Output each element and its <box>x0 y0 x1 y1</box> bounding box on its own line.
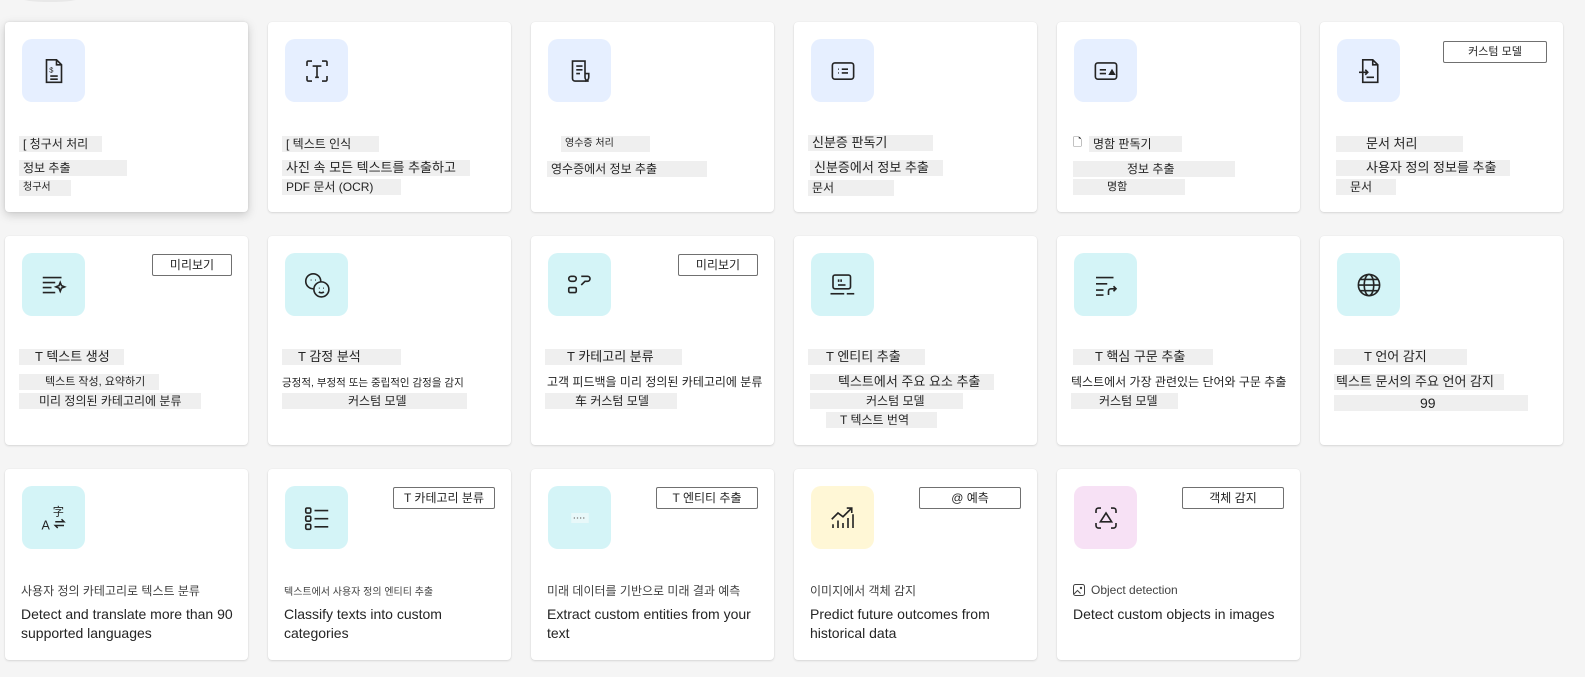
card-entity-extraction[interactable]: T 엔티티 추출 텍스트에서 주요 요소 추출 커스텀 모델 T 텍스트 번역 <box>794 236 1037 445</box>
card-category-tag: 미래 데이터를 기반으로 미래 결과 예측 <box>547 584 741 598</box>
top-scroll-shadow <box>20 0 80 2</box>
category-icon <box>548 253 611 316</box>
card-description: Classify texts into custom categories <box>284 606 442 641</box>
card-title: T 카테고리 분류 <box>545 349 682 365</box>
badge-preview: 미리보기 <box>152 254 232 276</box>
badge-entity-extraction: T 엔티티 추출 <box>656 487 758 509</box>
card-description: Extract custom entities from your text <box>547 606 751 641</box>
card-id-reader[interactable]: 신분증 판독기 신분증에서 정보 추출 문서 <box>794 22 1037 212</box>
card-key-phrase-extraction[interactable]: T 핵심 구문 추출 텍스트에서 가장 관련있는 단어와 구문 추출 커스텀 모… <box>1057 236 1300 445</box>
card-subtitle: 텍스트에서 가장 관련있는 단어와 구문 추출 <box>1071 375 1287 389</box>
badge-category-classification: T 카테고리 분류 <box>393 487 495 509</box>
svg-text:字: 字 <box>52 504 63 518</box>
card-extra-line: T 텍스트 번역 <box>826 412 937 428</box>
list-icon <box>285 486 348 549</box>
card-description: Predict future outcomes from historical … <box>810 606 990 641</box>
card-detail: 미리 정의된 카테고리에 분류 <box>19 393 202 409</box>
card-subtitle: 텍스트 문서의 주요 언어 감지 <box>1334 374 1504 390</box>
card-detail: 청구서 <box>19 180 71 196</box>
card-language-detection[interactable]: T 언어 감지 텍스트 문서의 주요 언어 감지 99 <box>1320 236 1563 445</box>
card-detail: 커스텀 모델 <box>1071 393 1178 409</box>
entity-extraction-icon <box>548 486 611 549</box>
card-detail: 커스텀 모델 <box>810 393 963 409</box>
card-text-translation[interactable]: 字A 사용자 정의 카테고리로 텍스트 분류 Detect and transl… <box>5 469 248 660</box>
globe-icon <box>1337 253 1400 316</box>
card-document-processing[interactable]: 커스텀 모델 문서 처리 사용자 정의 정보를 추출 문서 <box>1320 22 1563 212</box>
card-custom-classification[interactable]: T 카테고리 분류 텍스트에서 사용자 정의 엔티티 추출 Classify t… <box>268 469 511 660</box>
card-subtitle: 신분증에서 정보 추출 <box>810 160 943 176</box>
ai-model-card-grid: $ [ 청구서 처리 정보 추출 청구서 [ 텍스트 인식 사진 속 모든 텍스… <box>5 22 1563 660</box>
business-card-icon <box>1074 39 1137 102</box>
card-subtitle: 텍스트에서 주요 요소 추출 <box>810 374 995 390</box>
card-subtitle: 영수증에서 정보 추출 <box>547 161 708 177</box>
translate-icon: 字A <box>22 486 85 549</box>
card-title: [ 청구서 처리 <box>19 136 103 152</box>
card-title: T 엔티티 추출 <box>808 349 925 365</box>
card-custom-entity-extraction[interactable]: T 엔티티 추출 미래 데이터를 기반으로 미래 결과 예측 Extract c… <box>531 469 774 660</box>
object-detection-icon <box>1074 486 1137 549</box>
card-subtitle: 고객 피드백을 미리 정의된 카테고리에 분류 <box>547 375 763 389</box>
card-subtitle: 긍정적, 부정적 또는 중립적인 감정을 감지 <box>282 377 464 389</box>
card-title: T 텍스트 생성 <box>19 349 124 365</box>
key-phrase-icon <box>1074 253 1137 316</box>
card-title: [ 텍스트 인식 <box>282 136 380 152</box>
card-subtitle: 사진 속 모든 텍스트를 추출하고 <box>282 160 470 176</box>
invoice-icon: $ <box>22 39 85 102</box>
card-text-generation[interactable]: 미리보기 T 텍스트 생성 텍스트 작성, 요약하기 미리 정의된 카테고리에 … <box>5 236 248 445</box>
card-category-tag: Object detection <box>1073 583 1178 597</box>
card-sentiment-analysis[interactable]: T 감정 분석 긍정적, 부정적 또는 중립적인 감정을 감지 커스텀 모델 <box>268 236 511 445</box>
card-title: T 핵심 구문 추출 <box>1073 349 1214 365</box>
card-title: 신분증 판독기 <box>808 135 934 151</box>
card-detail: 문서 <box>1336 179 1397 195</box>
document-processing-icon <box>1337 39 1400 102</box>
card-invoice-processing[interactable]: $ [ 청구서 처리 정보 추출 청구서 <box>5 22 248 212</box>
id-card-icon <box>811 39 874 102</box>
document-icon: 🗋 <box>1073 137 1082 149</box>
card-business-card-reader[interactable]: 🗋 명함 판독기 정보 추출 명함 <box>1057 22 1300 212</box>
sentiment-icon <box>285 253 348 316</box>
badge-object-detection: 객체 감지 <box>1182 487 1284 509</box>
text-generation-icon <box>22 253 85 316</box>
card-detail: PDF 문서 (OCR) <box>282 179 402 195</box>
card-detail: 车 커스텀 모델 <box>545 393 677 409</box>
entity-icon <box>811 253 874 316</box>
card-receipt-processing[interactable]: 영수증 처리 영수증에서 정보 추출 <box>531 22 774 212</box>
card-subtitle: 정보 추출 <box>19 160 127 176</box>
card-detail: 99 <box>1334 395 1528 411</box>
card-detail: 커스텀 모델 <box>282 393 467 409</box>
card-detail: 문서 <box>808 180 895 196</box>
card-text-recognition[interactable]: [ 텍스트 인식 사진 속 모든 텍스트를 추출하고 PDF 문서 (OCR) <box>268 22 511 212</box>
receipt-icon <box>548 39 611 102</box>
badge-preview: 미리보기 <box>678 254 758 276</box>
badge-prediction: @ 예측 <box>919 487 1021 509</box>
card-category-tag: 사용자 정의 카테고리로 텍스트 분류 <box>21 584 200 598</box>
badge-custom-model: 커스텀 모델 <box>1443 41 1547 63</box>
text-recognition-icon <box>285 39 348 102</box>
card-subtitle: 정보 추출 <box>1073 161 1235 177</box>
card-subtitle: 사용자 정의 정보를 추출 <box>1336 160 1511 176</box>
card-description: Detect custom objects in images <box>1073 606 1275 622</box>
card-category-tag: 이미지에서 객체 감지 <box>810 584 917 598</box>
card-title: T 언어 감지 <box>1334 349 1467 365</box>
image-icon <box>1073 584 1085 596</box>
card-title: T 감정 분석 <box>282 349 401 365</box>
card-detail: 명함 <box>1073 179 1186 195</box>
card-title: 문서 처리 <box>1336 136 1464 152</box>
card-object-detection[interactable]: 객체 감지 Object detection Detect custom obj… <box>1057 469 1300 660</box>
card-description: Detect and translate more than 90 suppor… <box>21 606 233 641</box>
card-title: 명함 판독기 <box>1089 136 1182 152</box>
card-title: 영수증 처리 <box>561 136 650 152</box>
card-category-classification[interactable]: 미리보기 T 카테고리 분류 고객 피드백을 미리 정의된 카테고리에 분류 车… <box>531 236 774 445</box>
card-category-tag-label: Object detection <box>1091 583 1178 597</box>
chart-icon <box>811 486 874 549</box>
svg-text:A: A <box>41 518 50 532</box>
card-subtitle: 텍스트 작성, 요약하기 <box>19 374 160 390</box>
card-category-tag: 텍스트에서 사용자 정의 엔티티 추출 <box>284 587 434 598</box>
card-prediction[interactable]: @ 예측 이미지에서 객체 감지 Predict future outcomes… <box>794 469 1037 660</box>
svg-text:$: $ <box>49 65 54 74</box>
